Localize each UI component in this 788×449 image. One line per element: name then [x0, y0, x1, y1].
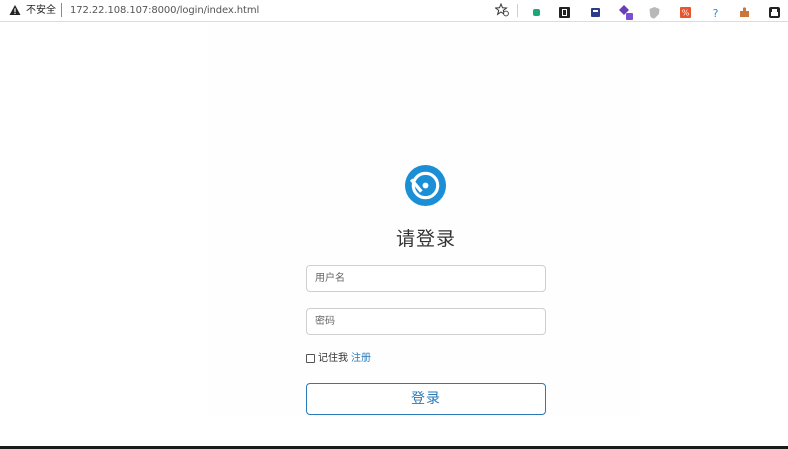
svg-text:%: %	[682, 9, 690, 18]
ext-black-icon[interactable]	[558, 4, 571, 18]
ext-shield-icon[interactable]	[648, 4, 661, 19]
ext-navy-icon[interactable]	[589, 4, 602, 17]
ext-question-icon[interactable]: ?	[709, 4, 722, 20]
ext-purple-icon[interactable]	[618, 4, 633, 20]
ext-profile-icon[interactable]	[768, 4, 781, 18]
ext-orange-icon[interactable]: %	[679, 4, 692, 18]
login-panel	[208, 23, 640, 415]
toolbar-divider	[517, 4, 518, 17]
url-separator	[61, 3, 62, 17]
warning-icon[interactable]	[9, 4, 21, 16]
ext-green-icon[interactable]	[530, 4, 543, 17]
page-title: 请登录	[395, 228, 456, 250]
password-input[interactable]	[306, 308, 546, 335]
ext-puzzle-icon[interactable]	[738, 4, 751, 17]
bookmark-star-icon[interactable]	[495, 3, 509, 17]
remember-checkbox[interactable]	[306, 354, 315, 363]
login-button[interactable]: 登录	[306, 383, 546, 415]
remember-row: 记住我 注册	[306, 352, 371, 365]
svg-text:?: ?	[713, 7, 719, 19]
username-input[interactable]	[306, 265, 546, 292]
logo-icon	[404, 164, 447, 207]
url-text[interactable]: 172.22.108.107:8000/login/index.html	[70, 4, 259, 17]
security-status[interactable]: 不安全	[26, 4, 56, 17]
register-link[interactable]: 注册	[351, 352, 371, 365]
browser-address-bar: 不安全 172.22.108.107:8000/login/index.html…	[0, 0, 788, 22]
remember-label: 记住我	[318, 353, 348, 364]
